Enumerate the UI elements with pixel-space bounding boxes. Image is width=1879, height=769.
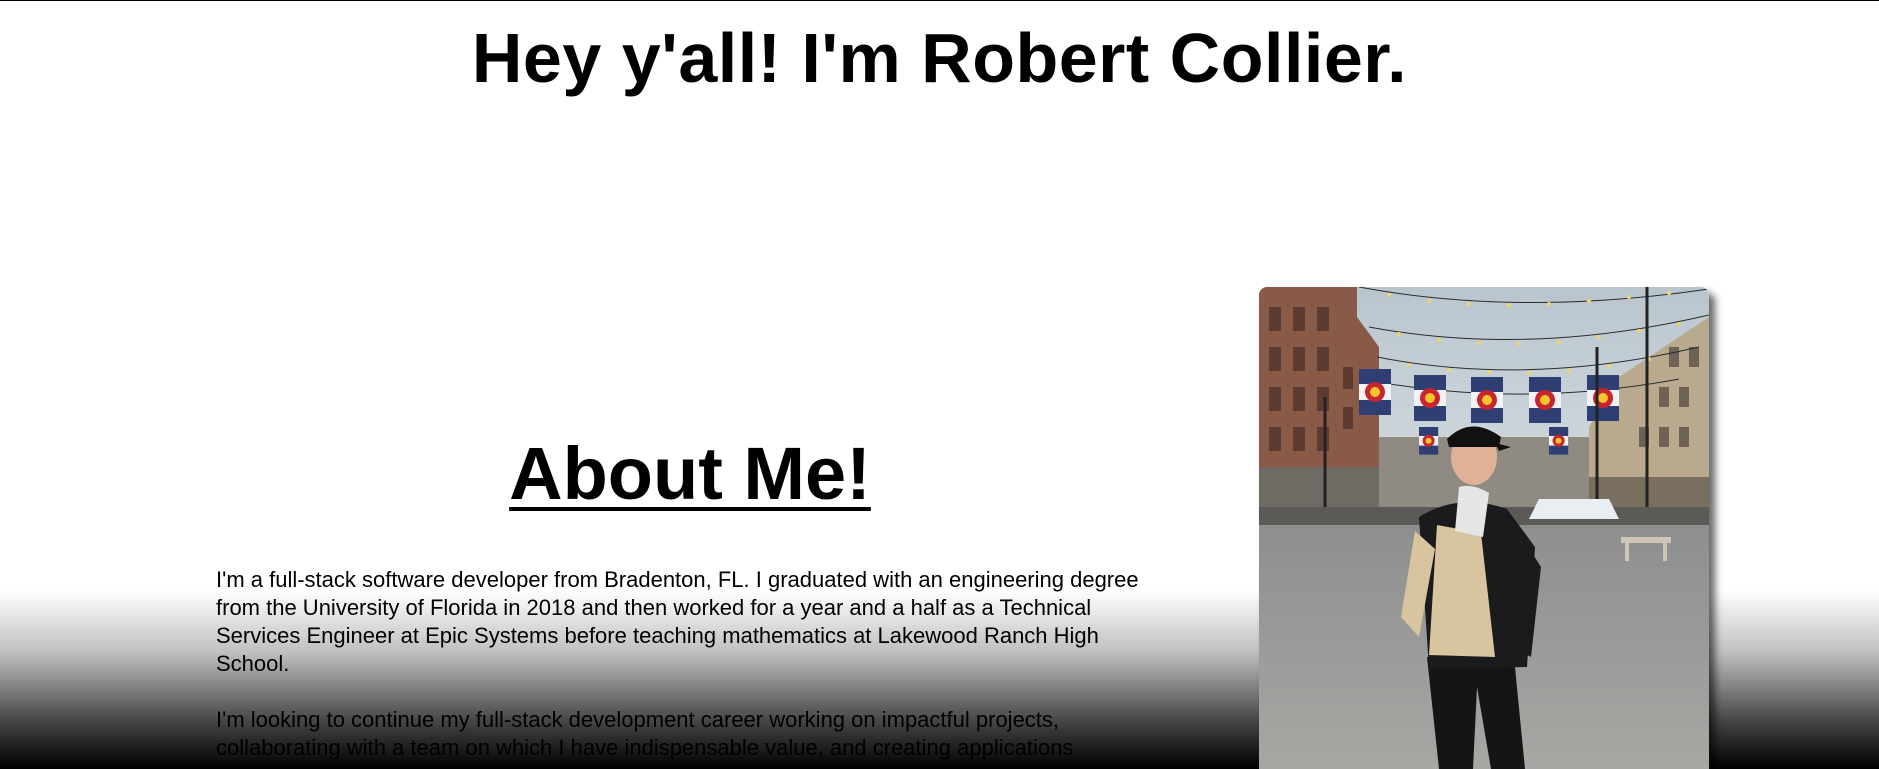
about-heading: About Me! bbox=[509, 432, 871, 515]
profile-photo bbox=[1259, 287, 1709, 769]
profile-photo-image bbox=[1259, 287, 1709, 769]
bio-paragraph: I'm looking to continue my full-stack de… bbox=[216, 707, 1074, 760]
about-bio: I'm a full-stack software developer from… bbox=[216, 566, 1166, 769]
page-title: Hey y'all! I'm Robert Collier. bbox=[471, 19, 1408, 97]
top-border bbox=[0, 0, 1879, 1]
bio-paragraph: I'm a full-stack software developer from… bbox=[216, 567, 1139, 676]
